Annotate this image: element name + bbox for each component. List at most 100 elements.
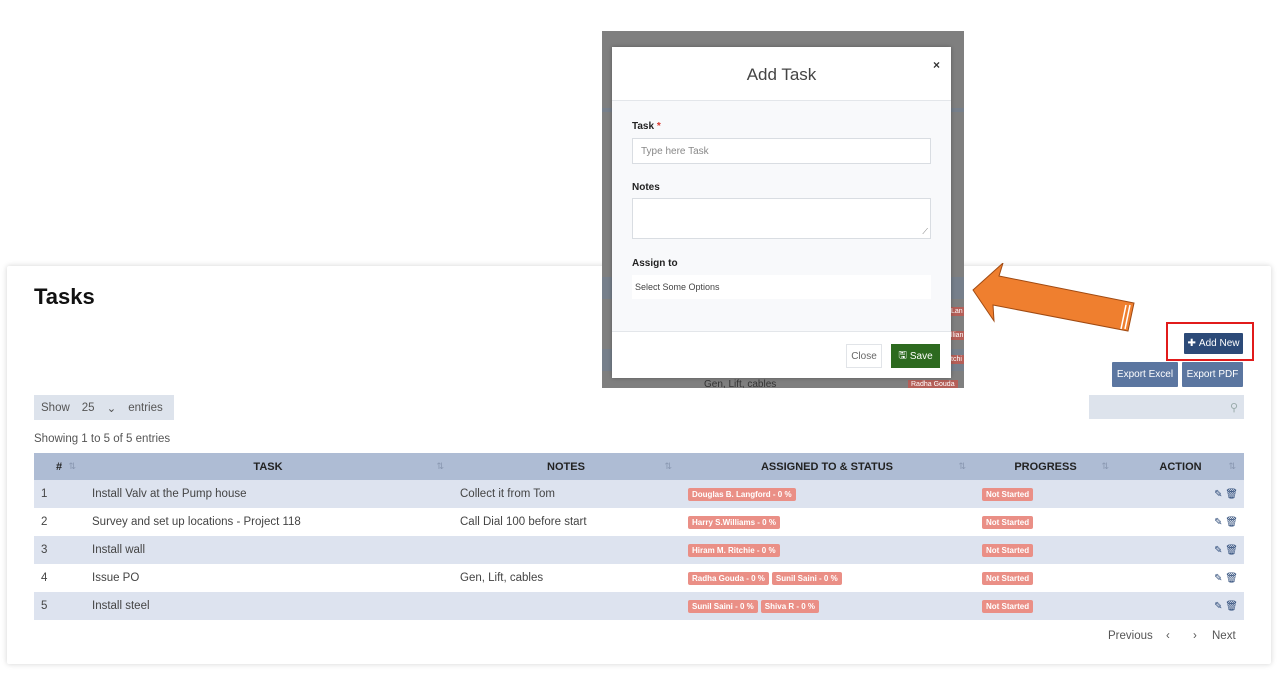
assignee-badge: Hiram M. Ritchie - 0 % — [688, 543, 780, 557]
assignee-badge: Sunil Saini - 0 % — [688, 599, 758, 613]
next-button[interactable]: Next — [1212, 630, 1236, 642]
trash-icon[interactable]: 🗑 — [1225, 601, 1238, 612]
sort-icon: ⇅ — [664, 461, 672, 471]
cell-progress: Not Started — [974, 508, 1117, 536]
cell-number: 4 — [41, 572, 48, 584]
cell-actions: ✎ 🗑 — [1117, 508, 1244, 536]
assign-placeholder: Select Some Options — [635, 282, 720, 292]
required-mark: * — [656, 121, 661, 132]
cell-task: Install Valv at the Pump house — [92, 488, 247, 500]
trash-icon[interactable]: 🗑 — [1225, 545, 1238, 556]
pencil-icon[interactable]: ✎ — [1214, 517, 1222, 528]
backdrop-notes-text: Gen, Lift, cables — [704, 379, 777, 388]
sort-icon: ⇅ — [1228, 461, 1236, 471]
cell-task: Install steel — [92, 600, 150, 612]
previous-button[interactable]: Previous — [1108, 630, 1153, 642]
cell-assigned: Sunil Saini - 0 % Shiva R - 0 % — [680, 592, 974, 620]
assignee-badge: Radha Gouda - 0 % — [688, 571, 769, 585]
trash-icon[interactable]: 🗑 — [1225, 573, 1238, 584]
cell-actions: ✎ 🗑 — [1117, 592, 1244, 620]
modal-footer: Close 🖫 Save — [612, 331, 951, 378]
save-label: Save — [909, 350, 933, 362]
search-input[interactable]: ⚲ — [1089, 395, 1244, 419]
cell-number: 3 — [41, 544, 48, 556]
table-row: 5 Install steel Sunil Saini - 0 % Shiva R… — [34, 592, 1244, 620]
resize-handle-icon[interactable]: ⟋ — [922, 227, 928, 237]
column-header-action[interactable]: ACTION ⇅ — [1117, 453, 1244, 480]
cell-progress: Not Started — [974, 592, 1117, 620]
task-label: Task * — [632, 121, 661, 132]
sort-icon: ⇅ — [68, 461, 76, 471]
page-title: Tasks — [34, 284, 95, 309]
table-header-row: # ⇅ TASK ⇅ NOTES ⇅ ASSIGNED TO & STATUS ⇅ PR… — [34, 453, 1244, 480]
entries-count: 25 — [81, 401, 95, 414]
table-row: 1 Install Valv at the Pump house Collect… — [34, 480, 1244, 508]
cell-number: 1 — [41, 488, 48, 500]
entries-select[interactable]: 25 ⌄ — [76, 401, 122, 415]
cell-progress: Not Started — [974, 536, 1117, 564]
cell-actions: ✎ 🗑 — [1117, 564, 1244, 592]
modal-header: Add Task × — [612, 47, 951, 101]
add-new-button[interactable]: ✚ Add New — [1184, 333, 1243, 354]
modal-title: Add Task — [746, 65, 817, 84]
column-header-notes[interactable]: NOTES ⇅ — [452, 453, 680, 480]
backdrop-badge: Radha Gouda — [908, 380, 958, 388]
assignee-badge: Harry S.Williams - 0 % — [688, 515, 780, 529]
show-label: Show — [41, 401, 70, 414]
plus-icon: ✚ — [1187, 338, 1196, 349]
table-row: 3 Install wall Hiram M. Ritchie - 0 % No… — [34, 536, 1244, 564]
notes-textarea[interactable]: ⟋ — [632, 198, 931, 239]
sort-icon: ⇅ — [436, 461, 444, 471]
cell-assigned: Douglas B. Langford - 0 % — [680, 480, 974, 508]
column-header-progress[interactable]: PROGRESS ⇅ — [974, 453, 1117, 480]
pencil-icon[interactable]: ✎ — [1214, 601, 1222, 612]
pencil-icon[interactable]: ✎ — [1214, 489, 1222, 500]
previous-arrow[interactable]: ‹ — [1166, 630, 1170, 642]
chevron-down-icon: ⌄ — [106, 402, 117, 415]
trash-icon[interactable]: 🗑 — [1225, 489, 1238, 500]
cell-notes — [452, 536, 680, 564]
floppy-disk-icon: 🖫 — [898, 349, 907, 361]
close-icon[interactable]: × — [933, 58, 940, 72]
entries-info: Showing 1 to 5 of 5 entries — [34, 433, 171, 445]
search-icon: ⚲ — [1229, 401, 1238, 414]
save-button[interactable]: 🖫 Save — [891, 344, 940, 368]
column-header-task[interactable]: TASK ⇅ — [84, 453, 452, 480]
cell-assigned: Radha Gouda - 0 % Sunil Saini - 0 % — [680, 564, 974, 592]
cell-task: Survey and set up locations - Project 11… — [92, 516, 301, 528]
sort-icon: ⇅ — [1101, 461, 1109, 471]
progress-badge: Not Started — [982, 515, 1034, 529]
cell-actions: ✎ 🗑 — [1117, 536, 1244, 564]
pencil-icon[interactable]: ✎ — [1214, 545, 1222, 556]
sort-icon: ⇅ — [958, 461, 966, 471]
cell-actions: ✎ 🗑 — [1117, 480, 1244, 508]
export-pdf-button[interactable]: Export PDF — [1182, 362, 1243, 387]
close-button[interactable]: Close — [846, 344, 882, 368]
cell-notes: Collect it from Tom — [460, 488, 556, 500]
assignee-badge: Douglas B. Langford - 0 % — [688, 487, 796, 501]
cell-assigned: Harry S.Williams - 0 % — [680, 508, 974, 536]
cell-task: Issue PO — [92, 572, 140, 584]
export-excel-button[interactable]: Export Excel — [1112, 362, 1178, 387]
notes-label: Notes — [632, 182, 660, 193]
cell-progress: Not Started — [974, 480, 1117, 508]
assign-select[interactable]: Select Some Options — [632, 275, 931, 299]
add-new-label: Add New — [1198, 338, 1240, 349]
next-arrow[interactable]: › — [1193, 630, 1197, 642]
pencil-icon[interactable]: ✎ — [1214, 573, 1222, 584]
task-input[interactable]: Type here Task — [632, 138, 931, 164]
trash-icon[interactable]: 🗑 — [1225, 517, 1238, 528]
cell-task: Install wall — [92, 544, 146, 556]
table-row: 4 Issue PO Gen, Lift, cables Radha Gouda… — [34, 564, 1244, 592]
progress-badge: Not Started — [982, 487, 1034, 501]
progress-badge: Not Started — [982, 571, 1034, 585]
add-task-modal: Add Task × Task * Type here Task Notes ⟋… — [612, 47, 951, 378]
cell-progress: Not Started — [974, 564, 1117, 592]
column-header-assigned[interactable]: ASSIGNED TO & STATUS ⇅ — [680, 453, 974, 480]
cell-number: 5 — [41, 600, 48, 612]
progress-badge: Not Started — [982, 599, 1034, 613]
assign-label: Assign to — [632, 258, 678, 269]
column-header-number[interactable]: # ⇅ — [34, 453, 84, 480]
entries-label: entries — [128, 401, 163, 414]
task-placeholder: Type here Task — [641, 145, 709, 157]
